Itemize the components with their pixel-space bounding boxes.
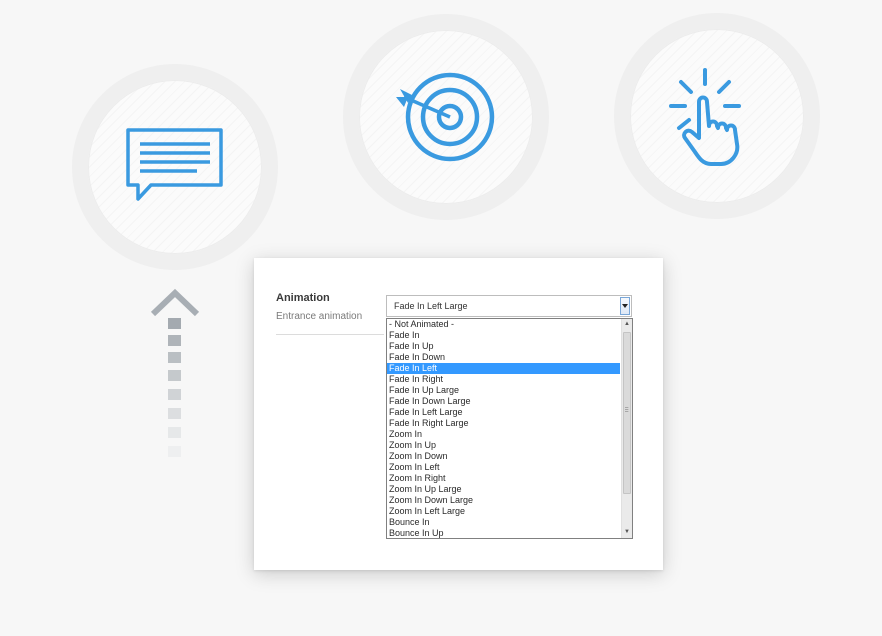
scrollbar-thumb[interactable]: – – –: [623, 332, 631, 494]
arrow-segment: [168, 335, 181, 346]
dropdown-option[interactable]: Fade In: [387, 330, 620, 341]
arrow-segment: [168, 389, 181, 400]
dropdown-options: - Not Animated - Fade In Fade In Up Fade In…: [387, 319, 620, 538]
animation-settings-panel: Animation Entrance animation Fade In Lef…: [254, 258, 663, 570]
animation-dropdown-list[interactable]: - Not Animated - Fade In Fade In Up Fade In…: [386, 318, 633, 539]
arrow-segment: [168, 352, 181, 363]
dotted-up-arrow-icon: [150, 288, 200, 463]
arrow-segment: [168, 370, 181, 381]
dropdown-option[interactable]: Fade In Left Large: [387, 407, 620, 418]
speech-bubble-icon: [126, 128, 223, 201]
dropdown-option[interactable]: Bounce In Up: [387, 528, 620, 538]
dropdown-option[interactable]: Zoom In Left: [387, 462, 620, 473]
dropdown-option[interactable]: Zoom In Right: [387, 473, 620, 484]
dropdown-option[interactable]: Fade In Down: [387, 352, 620, 363]
arrow-segment: [168, 408, 181, 419]
feature-circle-click-inner: [630, 29, 804, 203]
arrow-segment: [168, 318, 181, 329]
dropdown-option[interactable]: Fade In Up: [387, 341, 620, 352]
animation-select[interactable]: Fade In Left Large: [386, 295, 632, 317]
dropdown-scrollbar[interactable]: ▲ – – – ▼: [621, 319, 632, 538]
entrance-animation-label: Entrance animation: [276, 311, 363, 322]
dropdown-option[interactable]: Fade In Up Large: [387, 385, 620, 396]
dropdown-option[interactable]: Fade In Down Large: [387, 396, 620, 407]
dropdown-option[interactable]: Zoom In Down: [387, 451, 620, 462]
dropdown-option[interactable]: Zoom In Up Large: [387, 484, 620, 495]
grip-icon: – – –: [625, 405, 629, 415]
tap-hand-icon: [669, 68, 741, 166]
dropdown-option[interactable]: Bounce In: [387, 517, 620, 528]
chevron-down-icon[interactable]: [620, 297, 630, 315]
arrow-segment: [168, 446, 181, 457]
animation-select-value: Fade In Left Large: [394, 301, 468, 311]
arrow-segment: [168, 427, 181, 438]
scroll-down-icon[interactable]: ▼: [622, 527, 632, 538]
divider: [276, 334, 384, 335]
dropdown-option[interactable]: Zoom In Down Large: [387, 495, 620, 506]
dropdown-option[interactable]: Fade In Right Large: [387, 418, 620, 429]
dropdown-option[interactable]: Zoom In: [387, 429, 620, 440]
dropdown-option[interactable]: Zoom In Up: [387, 440, 620, 451]
arrow-head: [150, 288, 200, 317]
feature-circle-messages-inner: [88, 80, 262, 254]
feature-circle-target-inner: [359, 30, 533, 204]
target-icon: [396, 72, 495, 162]
dropdown-option[interactable]: Zoom In Left Large: [387, 506, 620, 517]
animation-label: Animation: [276, 292, 330, 304]
dropdown-option[interactable]: Fade In Right: [387, 374, 620, 385]
scroll-up-icon[interactable]: ▲: [622, 319, 632, 330]
dropdown-option[interactable]: Fade In Left: [387, 363, 620, 374]
dropdown-option[interactable]: - Not Animated -: [387, 319, 620, 330]
